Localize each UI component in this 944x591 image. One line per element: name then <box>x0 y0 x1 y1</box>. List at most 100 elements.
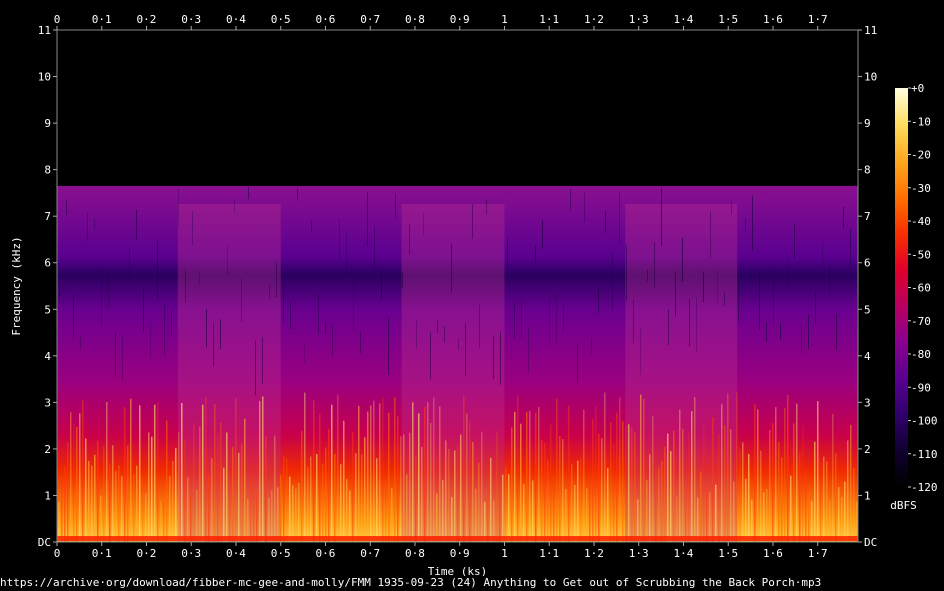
spectrum-streak <box>382 397 384 542</box>
spectrum-streak <box>328 428 330 542</box>
spectrum-shadow <box>122 336 123 381</box>
spectrum-shadow <box>619 192 620 244</box>
spectrum-streak <box>736 392 738 542</box>
x-tick-label: 0·8 <box>405 547 425 560</box>
spectrum-streak <box>844 481 846 542</box>
x-tick-label: 0·9 <box>450 13 470 26</box>
spectrum-streak <box>799 453 801 542</box>
x-tick-label: 1·6 <box>763 13 783 26</box>
spectrum-streak <box>244 418 246 542</box>
spectrum-streak <box>430 422 432 542</box>
spectrum-streak <box>703 424 705 542</box>
spectrum-streak <box>475 488 477 542</box>
y-tick-label: 2 <box>864 443 871 456</box>
spectrum-shadow <box>444 325 445 343</box>
spectrum-streak <box>277 487 279 542</box>
spectrum-shadow <box>66 199 67 216</box>
spectrum-shadow <box>269 285 270 299</box>
spectrum-streak <box>70 412 72 542</box>
spectrum-streak <box>673 430 675 542</box>
spectrum-streak <box>79 413 81 542</box>
spectrum-streak <box>394 396 396 542</box>
spectrum-shadow <box>297 188 298 201</box>
spectrum-streak <box>109 464 111 542</box>
y-tick-label: 6 <box>864 257 871 270</box>
spectrum-streak <box>97 440 99 542</box>
spectrum-streak <box>580 457 582 542</box>
spectrum-streak <box>739 449 741 542</box>
spectrum-streak <box>283 455 285 542</box>
spectrum-streak <box>415 457 417 542</box>
spectrum-shadow <box>94 218 95 230</box>
spectrum-streak <box>796 403 798 542</box>
colorbar-tick-label: -90 <box>911 381 931 394</box>
y-tick-label: 6 <box>44 257 51 270</box>
x-tick-label: 0·4 <box>226 13 246 26</box>
x-tick-label: 1·7 <box>808 13 828 26</box>
spectrum-streak <box>178 431 180 542</box>
spectrum-shadow <box>598 288 599 313</box>
y-tick-label: 2 <box>44 443 51 456</box>
spectrum-shadow <box>311 220 312 233</box>
spectrum-streak <box>433 397 435 542</box>
x-tick-label: 0 <box>54 13 61 26</box>
spectrum-streak <box>790 475 792 542</box>
spectrum-streak <box>373 400 375 542</box>
colorbar-tick-label: -100 <box>911 415 938 428</box>
spectrum-streak <box>766 488 768 542</box>
spectrum-streak <box>151 436 153 542</box>
spectrum-streak <box>811 500 813 542</box>
spectrum-streak <box>439 406 441 542</box>
spectrum-streak <box>391 487 393 542</box>
spectrum-streak <box>220 422 222 542</box>
spectrum-streak <box>349 490 351 542</box>
spectrum-shadow <box>178 188 179 227</box>
colorbar-tick-label: -10 <box>911 115 931 128</box>
spectrum-streak <box>340 464 342 542</box>
y-tick-label: 7 <box>44 210 51 223</box>
spectrum-streak <box>436 493 438 542</box>
spectrum-shadow <box>108 268 109 310</box>
spectrum-shadow <box>808 314 809 350</box>
spectrum-streak <box>628 424 630 542</box>
spectrum-streak <box>592 419 594 542</box>
spectrum-streak <box>319 413 321 542</box>
spectrum-streak <box>547 459 549 542</box>
x-tick-label: 1·6 <box>763 547 783 560</box>
spectrum-streak <box>412 402 414 542</box>
x-tick-label: 0·8 <box>405 13 425 26</box>
spectrum-shadow <box>213 323 214 367</box>
spectrum-streak <box>661 461 663 542</box>
spectrum-shadow <box>822 241 823 268</box>
spectrum-streak <box>487 497 489 542</box>
spectrum-shadow <box>451 243 452 293</box>
spectrum-shadow <box>206 309 207 348</box>
spectrum-streak <box>685 486 687 542</box>
spectrum-streak <box>640 394 642 542</box>
spectrum-streak <box>502 474 504 542</box>
spectrum-shadow <box>549 298 550 346</box>
bright-segment <box>401 203 505 542</box>
spectrum-shadow <box>759 272 760 331</box>
colorbar-tick-label: -70 <box>911 315 931 328</box>
colorbar-tick-label: -30 <box>911 182 931 195</box>
spectrum-streak <box>376 458 378 542</box>
spectrum-streak <box>571 463 573 542</box>
spectrum-streak <box>655 468 657 542</box>
spectrum-streak <box>832 413 834 542</box>
y-tick-label: 5 <box>44 303 51 316</box>
spectrum-streak <box>754 404 756 542</box>
spectrum-streak <box>586 488 588 542</box>
spectrum-shadow <box>661 188 662 247</box>
spectrum-streak <box>793 423 795 542</box>
spectrum-shadow <box>843 206 844 229</box>
spectrum-streak <box>211 458 213 542</box>
spectrum-shadow <box>570 189 571 211</box>
spectrum-shadow <box>59 290 60 303</box>
spectrum-shadow <box>346 232 347 276</box>
spectrum-streak <box>253 476 255 542</box>
spectrum-streak <box>568 405 570 542</box>
spectrum-streak <box>562 439 564 542</box>
spectrum-streak <box>238 452 240 542</box>
spectrum-streak <box>631 427 633 542</box>
